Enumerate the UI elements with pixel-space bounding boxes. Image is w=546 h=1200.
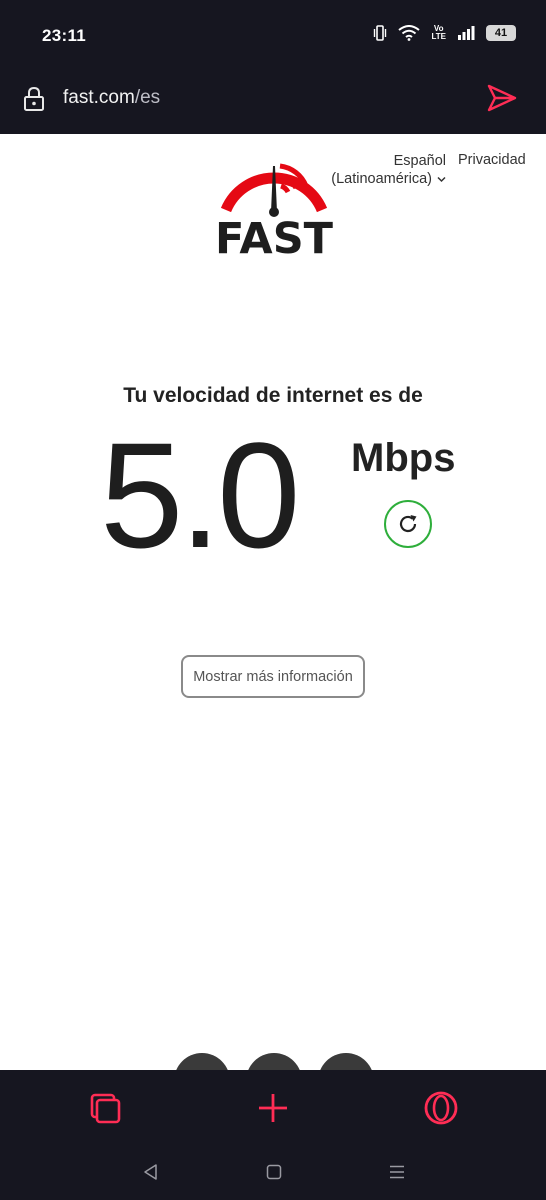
logo-text: FAST <box>214 214 334 264</box>
new-tab-button[interactable] <box>253 1088 293 1128</box>
speed-caption: Tu velocidad de internet es de <box>123 384 423 407</box>
home-square-icon <box>266 1164 282 1180</box>
tabs-button[interactable] <box>85 1088 125 1128</box>
vibrate-icon <box>374 25 387 41</box>
speed-unit: Mbps <box>351 436 456 480</box>
language-line1: Español <box>393 153 446 169</box>
volte-indicator: Vo LTE <box>431 24 446 41</box>
facebook-share-button[interactable] <box>246 1053 302 1070</box>
battery-icon: 41 <box>486 25 516 41</box>
opera-icon <box>424 1091 458 1125</box>
social-share-row <box>174 1053 374 1070</box>
language-select[interactable]: Español (Latinoamérica) <box>320 152 446 188</box>
nav-back-button[interactable] <box>139 1160 163 1184</box>
back-triangle-icon <box>144 1164 157 1180</box>
fast-logo[interactable]: FAST <box>214 152 334 264</box>
status-time: 23:11 <box>42 26 87 45</box>
share-button-3[interactable] <box>318 1053 374 1070</box>
nav-recents-button[interactable] <box>385 1160 409 1184</box>
wifi-icon <box>398 25 421 41</box>
opera-menu-button[interactable] <box>421 1088 461 1128</box>
language-line2: (Latinoamérica) <box>331 171 432 187</box>
status-icons: Vo LTE 41 <box>373 25 516 41</box>
nav-home-button[interactable] <box>262 1160 286 1184</box>
url-field[interactable]: fast.com/es <box>63 87 160 109</box>
privacy-link[interactable]: Privacidad <box>458 152 526 168</box>
show-more-info-button[interactable]: Mostrar más información <box>181 655 365 698</box>
url-host: fast.com <box>63 87 135 108</box>
lock-icon[interactable] <box>22 86 46 112</box>
page-content: FAST Español (Latinoamérica) Privacidad … <box>0 134 546 1070</box>
menu-lines-icon <box>390 1165 404 1179</box>
refresh-icon <box>399 515 417 533</box>
status-bar: 23:11 Vo LTE 41 <box>0 0 546 66</box>
plus-icon <box>259 1094 287 1122</box>
system-nav-bar <box>0 1146 546 1200</box>
speedometer-icon <box>220 163 328 217</box>
share-button-1[interactable] <box>174 1053 230 1070</box>
url-path: /es <box>134 87 161 108</box>
chevron-down-icon <box>437 176 446 183</box>
refresh-button[interactable] <box>384 500 432 548</box>
tabs-icon <box>90 1093 121 1124</box>
address-bar: fast.com/es <box>0 66 546 134</box>
signal-icon <box>458 26 475 40</box>
speed-value: 5.0 <box>100 411 301 579</box>
send-icon[interactable] <box>486 83 518 113</box>
browser-toolbar <box>0 1070 546 1146</box>
